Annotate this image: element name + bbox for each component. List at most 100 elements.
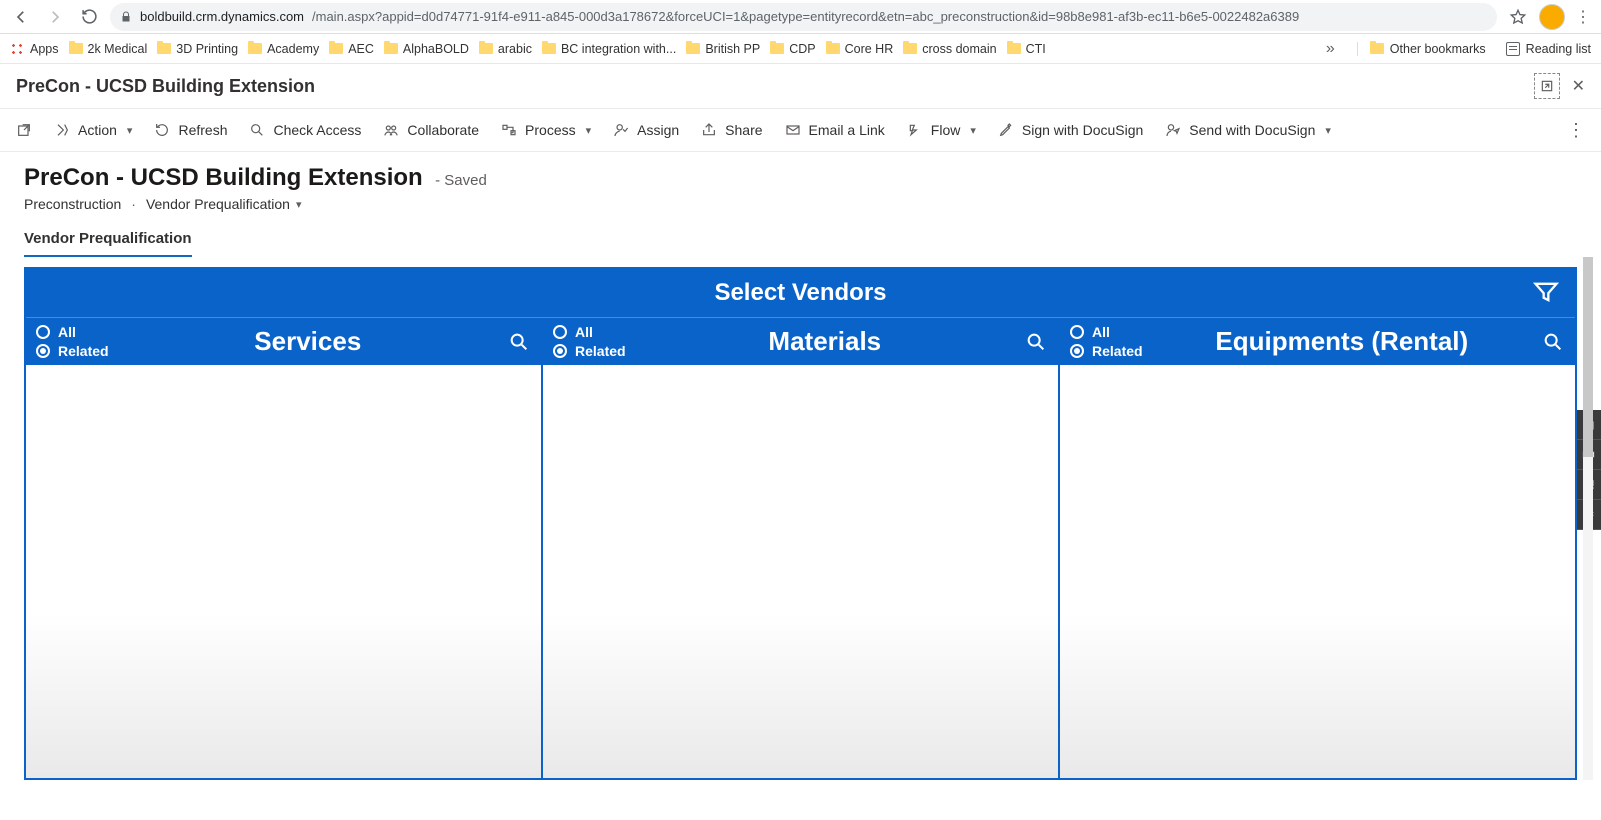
materials-filter-related[interactable]: Related <box>553 343 626 359</box>
chevron-down-icon: ▾ <box>586 124 592 137</box>
check-access-button[interactable]: Check Access <box>249 122 361 138</box>
equipments-column-header: All Related Equipments (Rental) <box>1060 318 1575 365</box>
folder-icon <box>1007 43 1021 54</box>
address-bar[interactable]: boldbuild.crm.dynamics.com/main.aspx?app… <box>110 3 1497 31</box>
services-search-button[interactable] <box>507 330 531 354</box>
scrollbar-thumb[interactable] <box>1583 257 1593 457</box>
materials-search-button[interactable] <box>1024 330 1048 354</box>
refresh-button[interactable]: Refresh <box>154 122 227 138</box>
services-column: All Related Services <box>26 318 543 778</box>
record-heading: PreCon - UCSD Building Extension - Saved… <box>0 152 1601 216</box>
bookmark-aec[interactable]: AEC <box>329 42 374 56</box>
folder-icon <box>479 43 493 54</box>
entity-name: Preconstruction <box>24 196 121 212</box>
services-list <box>26 365 541 778</box>
chevron-down-icon: ▾ <box>1325 124 1331 137</box>
sign-docusign-button[interactable]: Sign with DocuSign <box>998 122 1143 138</box>
equipments-column: All Related Equipments (Rental) <box>1060 318 1575 778</box>
chevron-down-icon: ▾ <box>127 124 133 137</box>
email-link-button[interactable]: Email a Link <box>785 122 885 138</box>
bookmark-arabic[interactable]: arabic <box>479 42 532 56</box>
send-docusign-button[interactable]: Send with DocuSign▾ <box>1165 122 1331 138</box>
form-tabs: Vendor Prequalification <box>0 216 1601 257</box>
bookmark-cti[interactable]: CTI <box>1007 42 1046 56</box>
folder-icon <box>686 43 700 54</box>
url-path-text: /main.aspx?appid=d0d74771-91f4-e911-a845… <box>312 9 1299 24</box>
back-button[interactable] <box>8 4 34 30</box>
action-button[interactable]: Action▾ <box>54 122 132 138</box>
open-new-window-button[interactable] <box>16 122 32 138</box>
record-title: PreCon - UCSD Building Extension <box>24 164 423 191</box>
folder-icon <box>384 43 398 54</box>
equipments-filter-all[interactable]: All <box>1070 324 1143 340</box>
popout-button[interactable] <box>1534 73 1560 99</box>
services-filter-related[interactable]: Related <box>36 343 109 359</box>
bookmark-3d-printing[interactable]: 3D Printing <box>157 42 238 56</box>
radio-icon <box>553 344 567 358</box>
equipments-title: Equipments (Rental) <box>1153 326 1531 357</box>
services-column-header: All Related Services <box>26 318 541 365</box>
materials-column-header: All Related Materials <box>543 318 1058 365</box>
url-host-text: boldbuild.crm.dynamics.com <box>140 9 304 24</box>
collaborate-button[interactable]: Collaborate <box>383 122 479 138</box>
radio-icon <box>1070 344 1084 358</box>
folder-icon <box>248 43 262 54</box>
services-filter-all[interactable]: All <box>36 324 109 340</box>
close-button[interactable]: ✕ <box>1572 76 1585 96</box>
bookmarks-overflow[interactable]: » <box>1320 40 1341 58</box>
flow-button[interactable]: Flow▾ <box>907 122 976 138</box>
materials-title: Materials <box>636 326 1014 357</box>
process-button[interactable]: Process▾ <box>501 122 591 138</box>
more-commands-button[interactable]: ⋮ <box>1567 120 1585 141</box>
bookmark-bc-integration[interactable]: BC integration with... <box>542 42 676 56</box>
materials-filter-all[interactable]: All <box>553 324 626 340</box>
share-button[interactable]: Share <box>701 122 762 138</box>
bookmark-british-pp[interactable]: British PP <box>686 42 760 56</box>
bookmark-cdp[interactable]: CDP <box>770 42 815 56</box>
apps-icon <box>10 42 24 56</box>
chrome-menu-button[interactable]: ⋮ <box>1573 7 1593 27</box>
saved-label: - Saved <box>435 172 487 189</box>
reading-list-icon <box>1506 42 1520 56</box>
bookmark-2k-medical[interactable]: 2k Medical <box>69 42 148 56</box>
reading-list[interactable]: Reading list <box>1496 42 1591 56</box>
forward-button[interactable] <box>42 4 68 30</box>
lock-icon <box>120 11 132 23</box>
bookmark-academy[interactable]: Academy <box>248 42 319 56</box>
bookmark-core-hr[interactable]: Core HR <box>826 42 894 56</box>
bookmark-cross-domain[interactable]: cross domain <box>903 42 996 56</box>
select-vendors-title: Select Vendors <box>714 279 886 306</box>
record-titlebar: PreCon - UCSD Building Extension ✕ <box>0 64 1601 108</box>
bookmark-alphabold[interactable]: AlphaBOLD <box>384 42 469 56</box>
apps-button[interactable]: Apps <box>10 42 59 56</box>
folder-icon <box>69 43 83 54</box>
folder-icon <box>329 43 343 54</box>
radio-icon <box>1070 325 1084 339</box>
bookmarks-bar: Apps 2k Medical 3D Printing Academy AEC … <box>0 34 1601 64</box>
window-title: PreCon - UCSD Building Extension <box>16 76 315 97</box>
tab-vendor-prequalification[interactable]: Vendor Prequalification <box>24 230 192 257</box>
profile-avatar[interactable] <box>1539 4 1565 30</box>
apps-label: Apps <box>30 42 59 56</box>
other-bookmarks[interactable]: Other bookmarks <box>1357 42 1486 56</box>
folder-icon <box>770 43 784 54</box>
browser-nav-bar: boldbuild.crm.dynamics.com/main.aspx?app… <box>0 0 1601 34</box>
command-bar: Action▾ Refresh Check Access Collaborate… <box>0 108 1601 152</box>
radio-icon <box>36 344 50 358</box>
folder-icon <box>903 43 917 54</box>
equipments-search-button[interactable] <box>1541 330 1565 354</box>
folder-icon <box>542 43 556 54</box>
equipments-list <box>1060 365 1575 778</box>
select-vendors-header: Select Vendors <box>26 269 1575 318</box>
radio-icon <box>36 325 50 339</box>
reload-button[interactable] <box>76 4 102 30</box>
folder-icon <box>157 43 171 54</box>
materials-list <box>543 365 1058 778</box>
filter-button[interactable] <box>1529 275 1563 309</box>
star-button[interactable] <box>1505 4 1531 30</box>
chevron-down-icon: ▾ <box>296 198 302 211</box>
chevron-down-icon: ▾ <box>970 124 976 137</box>
form-view-selector[interactable]: Vendor Prequalification ▾ <box>146 196 302 212</box>
equipments-filter-related[interactable]: Related <box>1070 343 1143 359</box>
assign-button[interactable]: Assign <box>613 122 679 138</box>
